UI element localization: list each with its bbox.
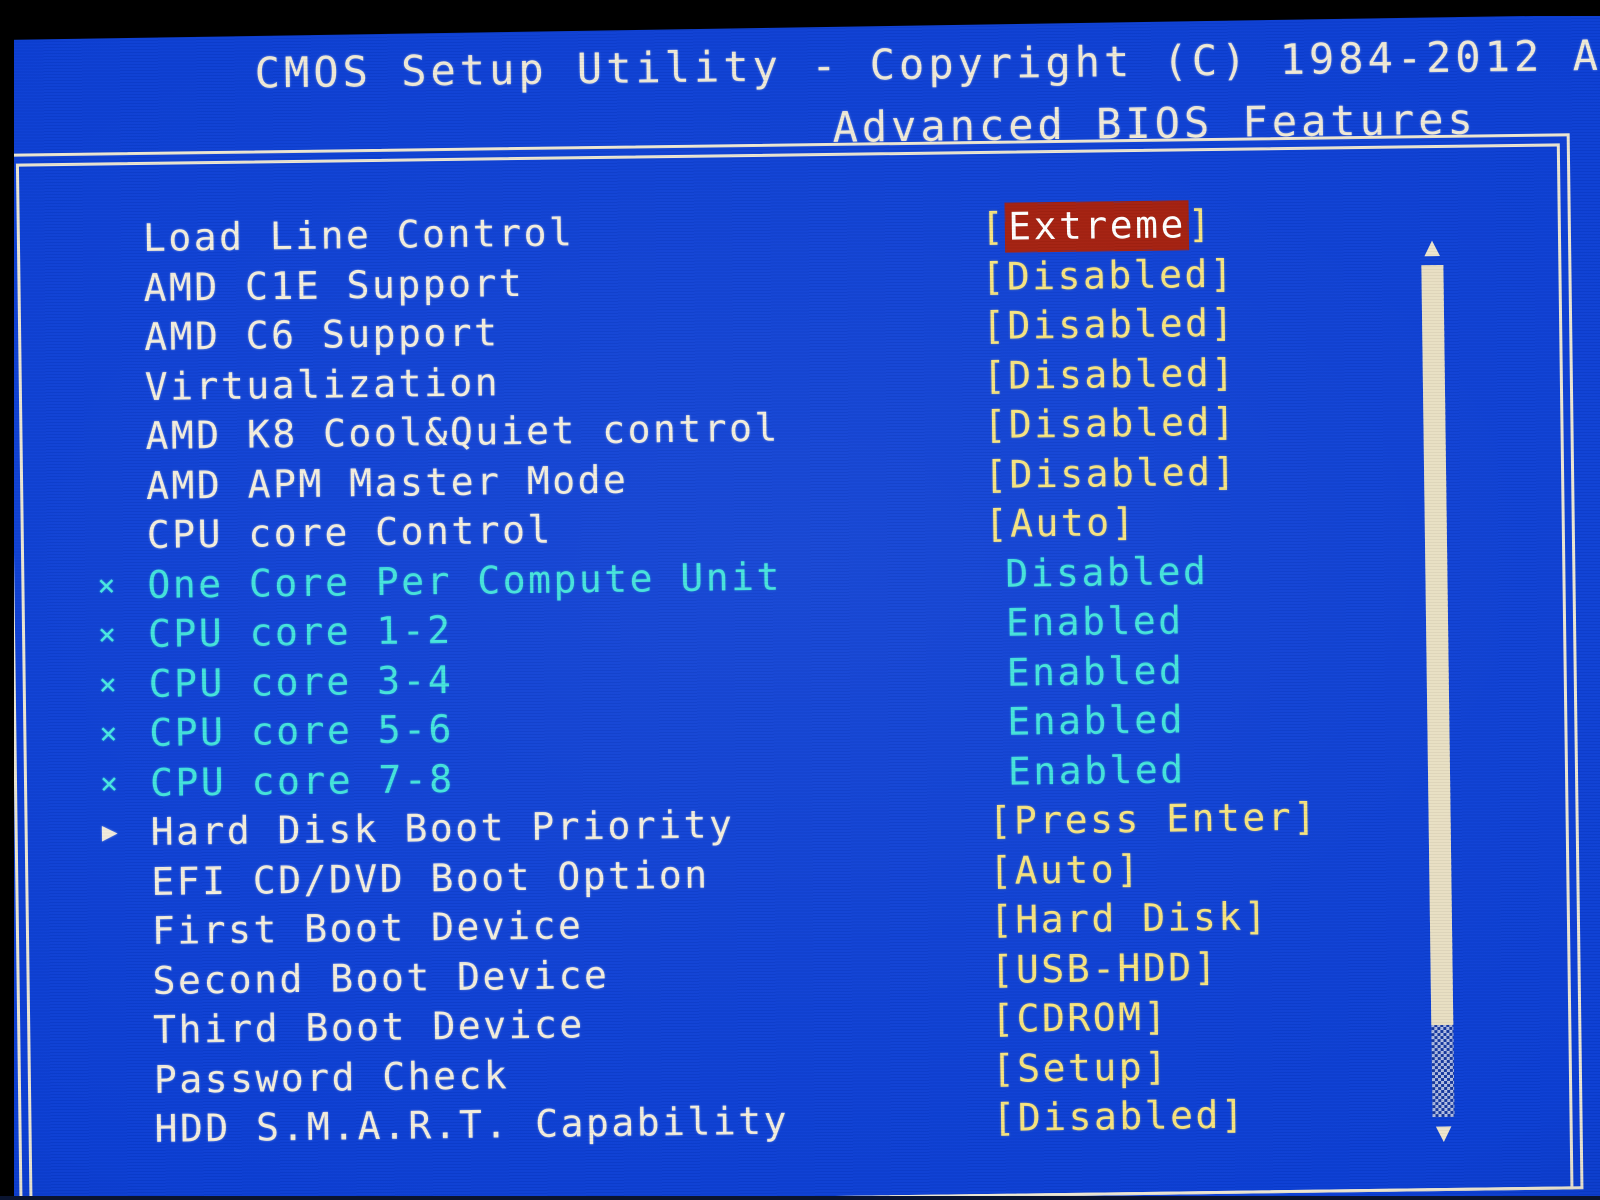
disabled-marker-icon: × xyxy=(97,567,116,604)
option-value[interactable]: [Disabled] xyxy=(983,398,1237,451)
option-value-selected[interactable]: [Extreme] xyxy=(981,200,1214,253)
scroll-down-arrow-icon[interactable]: ▼ xyxy=(1429,1118,1459,1148)
option-label: Password Check xyxy=(153,1052,510,1102)
option-label: Virtualization xyxy=(144,359,501,409)
option-label: Hard Disk Boot Priority xyxy=(150,802,735,854)
option-label: AMD C6 Support xyxy=(143,310,500,359)
option-value[interactable]: [Disabled] xyxy=(981,249,1235,302)
option-label: HDD S.M.A.R.T. Capability xyxy=(154,1098,790,1151)
option-label: AMD C1E Support xyxy=(143,260,525,310)
option-label: CPU core 5-6 xyxy=(149,706,455,755)
monitor-bezel-bottom xyxy=(0,1196,1600,1200)
option-label: EFI CD/DVD Boot Option xyxy=(151,852,710,904)
option-value[interactable]: Enabled xyxy=(1006,646,1184,698)
submenu-arrow-icon: ▶ xyxy=(101,817,118,848)
value-bracket-open: [ xyxy=(980,204,1007,249)
option-value[interactable]: [Press Enter] xyxy=(988,793,1319,847)
option-label: AMD K8 Cool&Quiet control xyxy=(145,405,781,458)
option-label: Load Line Control xyxy=(142,210,575,260)
option-value[interactable]: [Auto] xyxy=(984,498,1137,549)
option-value[interactable]: [Disabled] xyxy=(982,348,1236,401)
bios-option-list: Load Line Control [Extreme] AMD C1E Suppor… xyxy=(81,198,1383,1155)
option-label: Third Boot Device xyxy=(152,1002,585,1052)
option-value[interactable]: Enabled xyxy=(1008,745,1186,797)
option-value[interactable]: Disabled xyxy=(1005,547,1209,599)
disabled-marker-icon: × xyxy=(99,765,119,802)
option-value[interactable]: [USB-HDD] xyxy=(990,942,1219,994)
value-bracket-close: ] xyxy=(1187,201,1214,247)
option-value[interactable]: Enabled xyxy=(1007,695,1185,747)
monitor-bezel-left xyxy=(0,0,14,1200)
option-value[interactable]: Enabled xyxy=(1006,596,1184,648)
option-label: First Boot Device xyxy=(151,903,584,953)
option-value[interactable]: [Auto] xyxy=(989,844,1142,895)
option-label: CPU core 7-8 xyxy=(149,756,455,805)
option-value[interactable]: [Disabled] xyxy=(984,447,1238,500)
disabled-marker-icon: × xyxy=(99,716,118,752)
option-value[interactable]: [CDROM] xyxy=(991,993,1169,1045)
option-value[interactable]: [Hard Disk] xyxy=(990,892,1270,945)
option-value[interactable]: [Disabled] xyxy=(992,1091,1246,1144)
scrollbar-thumb[interactable] xyxy=(1421,264,1454,1026)
option-label: CPU core Control xyxy=(146,507,554,557)
option-value[interactable]: [Setup] xyxy=(992,1042,1170,1094)
option-label: One Core Per Compute Unit xyxy=(147,554,783,607)
crt-display-area: CMOS Setup Utility - Copyright (C) 1984-… xyxy=(0,0,1600,1200)
scroll-up-arrow-icon[interactable]: ▲ xyxy=(1417,232,1447,262)
option-label: CPU core 1-2 xyxy=(147,607,453,656)
disabled-marker-icon: × xyxy=(98,666,117,703)
selected-value-text[interactable]: Extreme xyxy=(1005,201,1189,252)
disabled-marker-icon: × xyxy=(97,617,117,653)
option-label: CPU core 3-4 xyxy=(148,657,454,706)
monitor-bezel-top-fill xyxy=(0,0,1600,16)
option-value[interactable]: [Disabled] xyxy=(982,299,1236,352)
page-title: Advanced BIOS Features xyxy=(832,94,1478,152)
bios-screen: CMOS Setup Utility - Copyright (C) 1984-… xyxy=(0,0,1600,1200)
option-label: Second Boot Device xyxy=(152,952,610,1003)
option-label: AMD APM Master Mode xyxy=(145,457,629,508)
